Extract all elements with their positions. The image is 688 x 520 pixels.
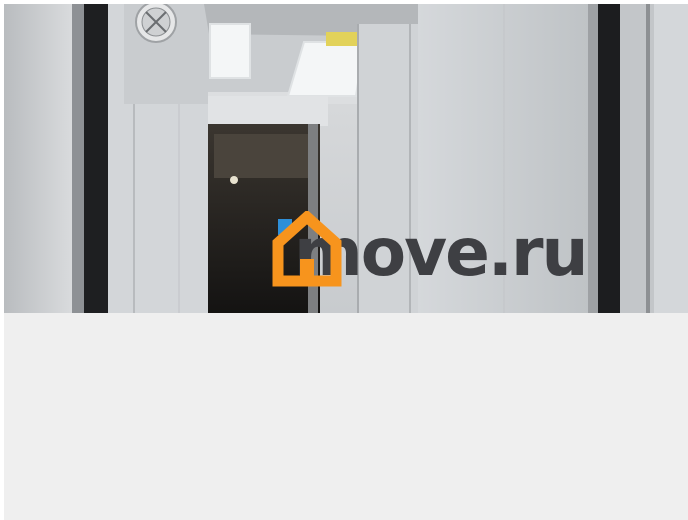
house-logo-icon bbox=[272, 211, 342, 287]
left-door-edge bbox=[84, 4, 108, 313]
image-viewer: move.ru bbox=[4, 4, 688, 520]
empty-canvas-area bbox=[4, 313, 688, 520]
elevator-photo[interactable]: move.ru bbox=[4, 4, 688, 313]
ventilation-grille-icon bbox=[135, 4, 177, 43]
watermark: move.ru bbox=[272, 211, 589, 295]
ceiling-light-left bbox=[209, 23, 251, 79]
ceiling-sticker bbox=[326, 32, 360, 46]
left-outer-wall bbox=[4, 4, 72, 313]
right-door-edge bbox=[598, 4, 620, 313]
